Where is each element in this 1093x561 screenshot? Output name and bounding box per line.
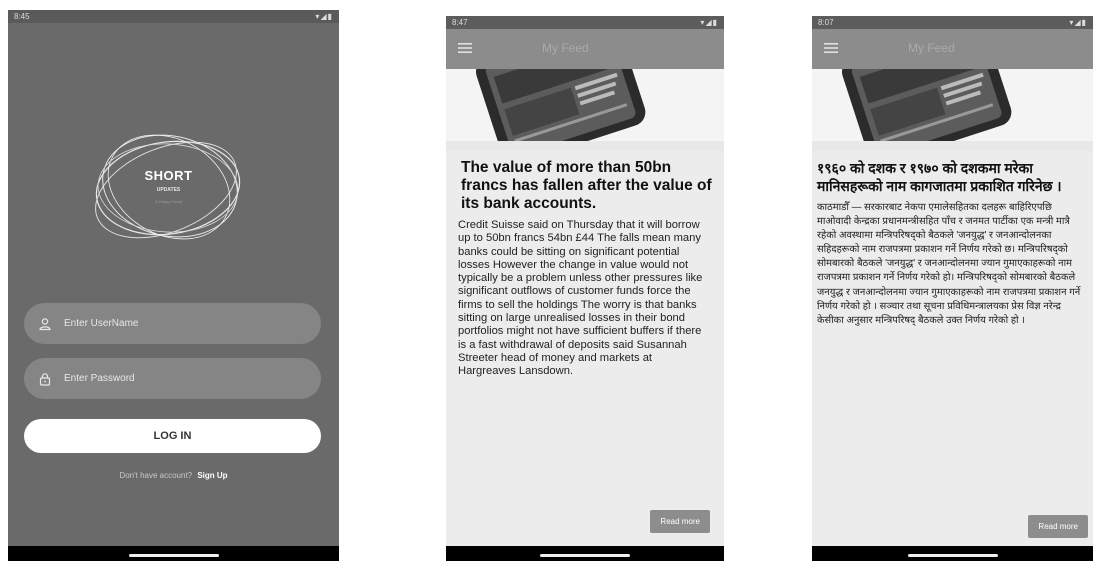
status-bar: 8:45 ▾◢▮ [8, 10, 339, 23]
username-input[interactable] [62, 317, 296, 330]
app-bar: My Feed [446, 29, 724, 69]
feed-screen-nepali: 8:07 ▾◢▮ My Feed १९६० को दशक र १९७० को द… [812, 16, 1093, 561]
logo-tagline: A Happy Portal [155, 199, 182, 204]
menu-icon[interactable] [824, 42, 838, 54]
article-image[interactable] [812, 69, 1093, 151]
home-indicator[interactable] [907, 554, 998, 557]
status-time: 8:07 [818, 18, 834, 27]
status-time: 8:45 [14, 12, 30, 21]
app-bar: My Feed [812, 29, 1093, 69]
phone-photo [812, 69, 1093, 151]
nav-bar [446, 546, 724, 561]
menu-icon[interactable] [458, 42, 472, 54]
user-icon [39, 317, 51, 330]
nav-bar [8, 546, 339, 561]
signup-row: Don't have account? Sign Up [8, 471, 339, 480]
signup-link[interactable]: Sign Up [197, 471, 227, 480]
status-bar: 8:07 ▾◢▮ [812, 16, 1093, 29]
article-image[interactable] [446, 69, 724, 151]
home-indicator[interactable] [128, 554, 219, 557]
app-title: My Feed [542, 41, 589, 55]
article-headline: १९६० को दशक र १९७० को दशकमा मरेका मानिसह… [817, 160, 1062, 194]
feed-screen-english: 8:47 ▾◢▮ My Feed The value of more than … [446, 16, 724, 561]
lock-icon [39, 372, 51, 386]
article-body: Credit Suisse said on Thursday that it w… [458, 219, 703, 378]
status-time: 8:47 [452, 18, 468, 27]
article-headline: The value of more than 50bn francs has f… [461, 159, 712, 212]
username-field[interactable] [24, 303, 321, 344]
status-bar: 8:47 ▾◢▮ [446, 16, 724, 29]
logo-subtitle: UPDATES [156, 187, 181, 193]
login-screen: 8:45 ▾◢▮ SHORT UPDATES A Happy Portal LO… [8, 10, 339, 561]
logo-title: SHORT [144, 168, 193, 183]
signal-icon: ▾◢▮ [700, 18, 718, 27]
password-input[interactable] [62, 372, 296, 385]
app-title: My Feed [908, 41, 955, 55]
app-logo: SHORT UPDATES A Happy Portal [86, 130, 251, 245]
read-more-button[interactable]: Read more [650, 510, 710, 533]
read-more-button[interactable]: Read more [1028, 515, 1088, 538]
home-indicator[interactable] [540, 554, 630, 557]
signal-icon: ▾◢▮ [1069, 18, 1087, 27]
signup-prompt: Don't have account? [119, 471, 193, 480]
password-field[interactable] [24, 358, 321, 399]
signal-icon: ▾◢▮ [315, 12, 333, 21]
article-body: काठमाडौँ — सरकारबाट नेकपा एमालेसहितका दल… [817, 202, 1081, 326]
phone-photo [446, 69, 724, 151]
nav-bar [812, 546, 1093, 561]
login-button[interactable]: LOG IN [24, 419, 321, 453]
